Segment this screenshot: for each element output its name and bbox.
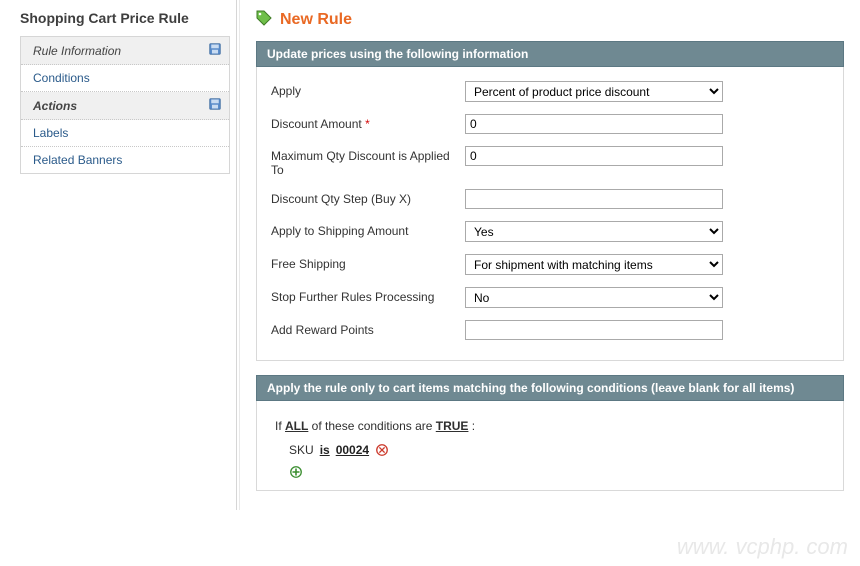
max-qty-input[interactable] bbox=[465, 146, 723, 166]
update-prices-fieldset: Update prices using the following inform… bbox=[256, 41, 844, 361]
stop-rules-label: Stop Further Rules Processing bbox=[271, 287, 465, 304]
reward-points-input[interactable] bbox=[465, 320, 723, 340]
sidebar-item-label: Related Banners bbox=[33, 153, 122, 167]
conditions-fieldset: Apply the rule only to cart items matchi… bbox=[256, 375, 844, 491]
sidebar-item-rule-information[interactable]: Rule Information bbox=[21, 37, 229, 65]
sidebar-item-conditions[interactable]: Conditions bbox=[21, 65, 229, 92]
condition-value[interactable]: 00024 bbox=[336, 443, 369, 457]
condition-row: SKU is 00024 bbox=[289, 443, 829, 457]
sidebar-item-labels[interactable]: Labels bbox=[21, 120, 229, 147]
sidebar-item-label: Actions bbox=[33, 99, 77, 113]
reward-points-label: Add Reward Points bbox=[271, 320, 465, 337]
sidebar-title: Shopping Cart Price Rule bbox=[20, 10, 230, 26]
sidebar: Shopping Cart Price Rule Rule Informatio… bbox=[0, 0, 236, 510]
fieldset-body: If ALL of these conditions are TRUE : SK… bbox=[256, 401, 844, 491]
main-content: New Rule Update prices using the followi… bbox=[240, 0, 860, 510]
sidebar-item-actions[interactable]: Actions bbox=[21, 92, 229, 120]
apply-shipping-select[interactable]: Yes bbox=[465, 221, 723, 242]
price-tag-icon bbox=[256, 10, 272, 29]
disk-icon bbox=[209, 43, 221, 58]
value-link[interactable]: TRUE bbox=[436, 419, 469, 433]
add-condition-icon[interactable] bbox=[289, 465, 303, 479]
condition-attribute[interactable]: SKU bbox=[289, 443, 314, 457]
sidebar-item-label: Labels bbox=[33, 126, 68, 140]
discount-amount-label: Discount Amount * bbox=[271, 114, 465, 131]
aggregator-link[interactable]: ALL bbox=[285, 419, 308, 433]
qty-step-label: Discount Qty Step (Buy X) bbox=[271, 189, 465, 206]
sidebar-item-label: Rule Information bbox=[33, 44, 121, 58]
qty-step-input[interactable] bbox=[465, 189, 723, 209]
sidebar-list: Rule Information Conditions Actions Labe… bbox=[20, 36, 230, 174]
required-mark: * bbox=[365, 117, 370, 131]
max-qty-label: Maximum Qty Discount is Applied To bbox=[271, 146, 465, 177]
page-title: New Rule bbox=[280, 11, 352, 29]
fieldset-legend: Update prices using the following inform… bbox=[256, 41, 844, 67]
fieldset-legend: Apply the rule only to cart items matchi… bbox=[256, 375, 844, 401]
free-shipping-select[interactable]: For shipment with matching items bbox=[465, 254, 723, 275]
remove-condition-icon[interactable] bbox=[375, 443, 389, 457]
condition-aggregator-line: If ALL of these conditions are TRUE : bbox=[271, 415, 829, 435]
watermark-text: www. vcphp. com bbox=[677, 534, 848, 560]
apply-select[interactable]: Percent of product price discount bbox=[465, 81, 723, 102]
sidebar-item-related-banners[interactable]: Related Banners bbox=[21, 147, 229, 173]
apply-shipping-label: Apply to Shipping Amount bbox=[271, 221, 465, 238]
fieldset-body: Apply Percent of product price discount … bbox=[256, 67, 844, 361]
apply-label: Apply bbox=[271, 81, 465, 98]
page-title-row: New Rule bbox=[256, 10, 844, 29]
condition-operator[interactable]: is bbox=[320, 443, 330, 457]
disk-icon bbox=[209, 98, 221, 113]
stop-rules-select[interactable]: No bbox=[465, 287, 723, 308]
discount-amount-input[interactable] bbox=[465, 114, 723, 134]
free-shipping-label: Free Shipping bbox=[271, 254, 465, 271]
sidebar-item-label: Conditions bbox=[33, 71, 90, 85]
